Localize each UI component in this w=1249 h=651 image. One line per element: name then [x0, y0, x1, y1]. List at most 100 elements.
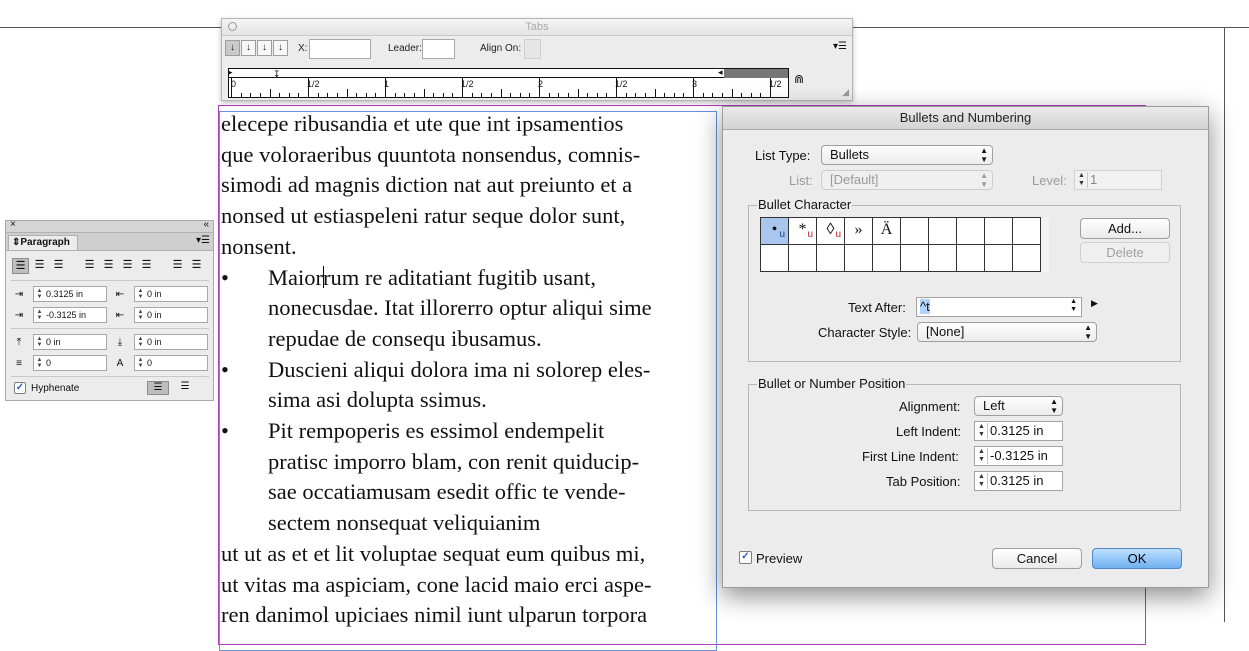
align-center-button[interactable]: ☰: [31, 258, 48, 274]
delete-bullet-button[interactable]: Delete: [1080, 242, 1170, 263]
tabs-panel: Tabs ↓ ↓ ↓ ↓ X: Leader: Align On: ▾☰ ▸ ↧…: [221, 18, 853, 101]
tab-paragraph[interactable]: ⇕Paragraph: [8, 235, 78, 250]
align-to-baseline-grid-button[interactable]: ☰: [174, 381, 196, 395]
left-indent-field[interactable]: ▲ ▼ 0.3125 in: [974, 421, 1063, 441]
panel-menu-icon[interactable]: ▾☰: [833, 41, 847, 52]
cancel-button[interactable]: Cancel: [992, 548, 1082, 569]
bullet-cell[interactable]: * u: [789, 218, 817, 245]
level-field[interactable]: ▲ ▼ 1: [1074, 170, 1162, 190]
close-icon[interactable]: [228, 22, 237, 31]
drop-cap-characters-field[interactable]: ▲ ▼ 0: [134, 355, 208, 371]
justify-left-button[interactable]: ☰: [81, 258, 98, 274]
first-line-indent-field[interactable]: ▲ ▼ -0.3125 in: [33, 307, 107, 323]
bullet-cell[interactable]: [929, 245, 957, 272]
close-icon[interactable]: ×: [10, 219, 16, 230]
align-to-decimal-tab-button[interactable]: ↓: [273, 40, 288, 56]
justify-center-button[interactable]: ☰: [100, 258, 117, 274]
bullet-cell[interactable]: [901, 218, 929, 245]
right-indent-field[interactable]: ▲ ▼ 0 in: [134, 286, 208, 302]
left-justified-tab-button[interactable]: ↓: [225, 40, 240, 56]
leader-input[interactable]: [422, 39, 455, 59]
tab-position-field[interactable]: ▲ ▼ 0.3125 in: [974, 471, 1063, 491]
bullet-cell[interactable]: [957, 218, 985, 245]
left-indent-marker-icon[interactable]: ↧: [273, 69, 281, 80]
bullet-cell[interactable]: ◊ u: [817, 218, 845, 245]
center-justified-tab-button[interactable]: ↓: [241, 40, 256, 56]
dropdown-arrows-icon: ▲ ▼: [1084, 323, 1092, 341]
bullet-cell[interactable]: • u: [761, 218, 789, 245]
align-away-from-spine-button[interactable]: ☰: [188, 258, 205, 274]
space-before-field[interactable]: ▲ ▼ 0 in: [33, 334, 107, 350]
text-line: simodi ad magnis diction nat aut preiunt…: [221, 172, 633, 198]
left-indent-field[interactable]: ▲ ▼ 0.3125 in: [33, 286, 107, 302]
bullet-cell[interactable]: [761, 245, 789, 272]
bullet-cell[interactable]: [817, 245, 845, 272]
bullet-grid-scrollbar[interactable]: [1041, 217, 1049, 272]
panel-title-bar[interactable]: × «: [6, 219, 213, 233]
preview-checkbox[interactable]: ✓: [739, 551, 752, 564]
list-dropdown[interactable]: [Default] ▲ ▼: [821, 170, 993, 190]
ruler-tick: [596, 93, 598, 97]
ruler-tick: [288, 93, 290, 97]
text-line: Pit rempореris es essimol endempelit: [268, 418, 605, 444]
justify-right-button[interactable]: ☰: [119, 258, 136, 274]
list-label: List:: [789, 173, 813, 188]
right-indent-marker-icon[interactable]: ◂: [718, 69, 723, 78]
bullet-position-group: [748, 384, 1181, 511]
first-line-indent-field[interactable]: ▲ ▼ -0.3125 in: [974, 446, 1063, 466]
bullet-cell[interactable]: [1013, 245, 1041, 272]
bullet-cell[interactable]: [1013, 218, 1041, 245]
first-line-indent-marker-icon[interactable]: ▸: [229, 69, 233, 78]
do-not-align-to-baseline-grid-button[interactable]: ☰: [147, 381, 169, 395]
position-panel-above-frame-icon[interactable]: ⋒: [794, 72, 804, 86]
bullet-cell[interactable]: »: [845, 218, 873, 245]
last-line-indent-field[interactable]: ▲ ▼ 0 in: [134, 307, 208, 323]
ruler-tick: [635, 93, 637, 97]
text-line: nonsent.: [221, 233, 297, 259]
bullet-cell[interactable]: [985, 245, 1013, 272]
bullet-cell[interactable]: [929, 218, 957, 245]
justify-all-button[interactable]: ☰: [138, 258, 155, 274]
bullet-cell[interactable]: [957, 245, 985, 272]
bullet-cell[interactable]: [901, 245, 929, 272]
dropdown-arrows-icon: ▲ ▼: [980, 146, 988, 164]
add-bullet-button[interactable]: Add...: [1080, 218, 1170, 239]
story-text[interactable]: elecepe ribusandia et ute que int ipsame…: [221, 109, 721, 631]
resize-grip-icon[interactable]: ◢: [842, 87, 849, 98]
panel-menu-icon[interactable]: ▾☰: [196, 235, 210, 246]
align-towards-spine-button[interactable]: ☰: [169, 258, 186, 274]
text-segment: Maior: [268, 264, 323, 290]
ok-button[interactable]: OK: [1092, 548, 1182, 569]
bullet-cell[interactable]: [845, 245, 873, 272]
ruler-tick: [240, 93, 242, 97]
hyphenate-checkbox[interactable]: ✓: [14, 382, 26, 394]
x-position-input[interactable]: [309, 39, 371, 59]
ruler-tick: [365, 93, 367, 97]
align-on-input[interactable]: [524, 39, 541, 59]
ruler-tick: [519, 93, 521, 97]
bullet-character-grid[interactable]: • u * u ◊ u » Ä: [760, 217, 1041, 272]
list-type-dropdown[interactable]: Bullets ▲ ▼: [821, 145, 993, 165]
special-characters-menu-icon[interactable]: ▶: [1091, 298, 1098, 309]
bullet-cell[interactable]: Ä: [873, 218, 901, 245]
tab-ruler[interactable]: ▸ ↧ ◂ 0 1/2 1 1/2 2 1/2 3 1/2: [228, 68, 789, 98]
x-label: X:: [298, 43, 308, 54]
alignment-dropdown[interactable]: Left ▲ ▼: [974, 396, 1063, 416]
bullet-cell[interactable]: [789, 245, 817, 272]
text-after-field[interactable]: ^t ▲ ▼: [916, 297, 1082, 317]
collapse-icon[interactable]: «: [203, 219, 209, 230]
text-line: sima asi dolupta ssimus.: [268, 387, 487, 413]
space-after-field[interactable]: ▲ ▼ 0 in: [134, 334, 208, 350]
text-line: Duscieni aliqui dolora ima ni solorep el…: [268, 356, 651, 382]
align-left-button[interactable]: ☰: [12, 258, 29, 274]
bullet-cell[interactable]: [985, 218, 1013, 245]
ruler-tick: [452, 93, 454, 97]
dropdown-arrows-icon[interactable]: ▲ ▼: [1070, 298, 1077, 314]
leader-label: Leader:: [388, 43, 422, 54]
character-style-dropdown[interactable]: [None] ▲ ▼: [917, 322, 1097, 342]
page-right-edge: [1224, 27, 1225, 622]
drop-cap-lines-field[interactable]: ▲ ▼ 0: [33, 355, 107, 371]
right-justified-tab-button[interactable]: ↓: [257, 40, 272, 56]
bullet-cell[interactable]: [873, 245, 901, 272]
align-right-button[interactable]: ☰: [50, 258, 67, 274]
